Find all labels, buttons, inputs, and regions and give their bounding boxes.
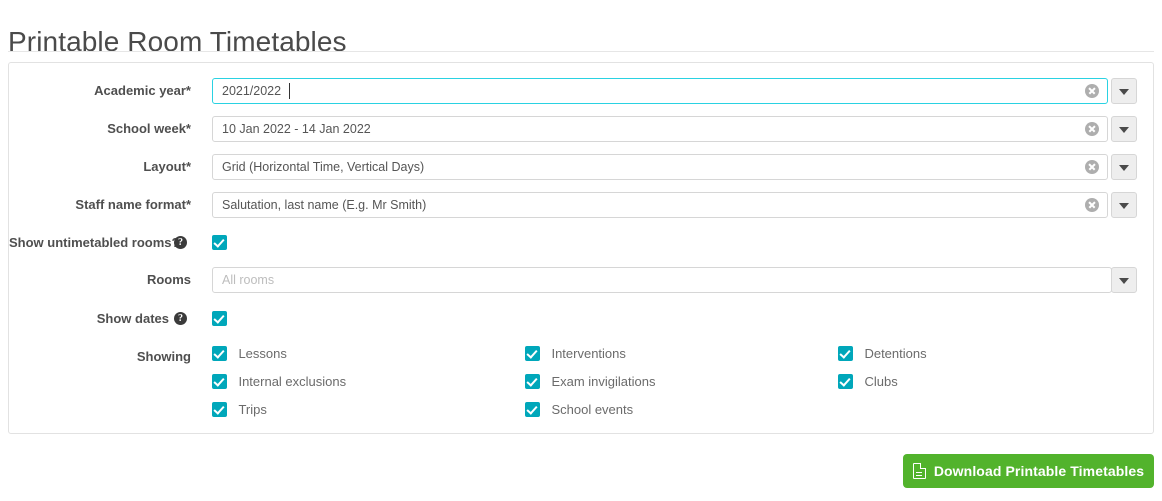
checkbox-exam-invigilations[interactable] — [525, 374, 540, 390]
download-button-content: Download Printable Timetables — [903, 454, 1154, 488]
chevron-down-icon — [1119, 88, 1129, 95]
clear-icon[interactable] — [1085, 122, 1099, 136]
academic-year-control[interactable]: 2021/2022 — [212, 78, 1137, 104]
layout-value: Grid (Horizontal Time, Vertical Days) — [222, 160, 425, 174]
checkbox-label: Exam invigilations — [551, 374, 656, 390]
rooms-input[interactable]: All rooms — [212, 267, 1112, 293]
label-layout: Layout* — [143, 159, 191, 174]
staff-name-format-control[interactable]: Salutation, last name (E.g. Mr Smith) — [212, 192, 1137, 218]
rooms-control[interactable]: All rooms — [212, 267, 1137, 293]
label-show-dates: Show dates — [96, 311, 169, 326]
checkbox-interventions[interactable] — [525, 346, 540, 362]
page-title: Printable Room Timetables — [8, 25, 347, 57]
layout-control[interactable]: Grid (Horizontal Time, Vertical Days) — [212, 154, 1137, 180]
form-row-layout: Layout* Grid (Horizontal Time, Vertical … — [9, 154, 1153, 180]
checkbox-item-clubs[interactable]: Clubs — [838, 373, 898, 395]
download-button-label: Download Printable Timetables — [933, 463, 1145, 479]
timetable-options-card: Academic year* 2021/2022 School week* 10… — [8, 62, 1154, 434]
school-week-control[interactable]: 10 Jan 2022 - 14 Jan 2022 — [212, 116, 1137, 142]
checkbox-label: Lessons — [238, 346, 287, 362]
checkbox-detentions[interactable] — [838, 346, 853, 362]
form-row-staff-name-format: Staff name format* Salutation, last name… — [9, 192, 1153, 218]
rooms-dropdown-button[interactable] — [1111, 267, 1137, 293]
checkbox-show-dates[interactable] — [212, 311, 227, 326]
checkbox-school-events[interactable] — [525, 402, 540, 418]
checkbox-item-interventions[interactable]: Interventions — [525, 345, 626, 367]
staff-name-format-dropdown-button[interactable] — [1111, 192, 1137, 218]
checkbox-item-lessons[interactable]: Lessons — [212, 345, 287, 367]
checkbox-item-school-events[interactable]: School events — [525, 401, 633, 423]
download-printable-timetables-button[interactable]: Download Printable Timetables — [903, 454, 1154, 488]
layout-input[interactable]: Grid (Horizontal Time, Vertical Days) — [212, 154, 1108, 180]
form-row-show-dates: Show dates ? — [9, 307, 1153, 329]
title-divider — [8, 51, 1154, 52]
checkbox-internal-exclusions[interactable] — [212, 374, 227, 390]
printable-room-timetables-page: Printable Room Timetables Academic year*… — [0, 0, 1162, 501]
label-showing: Showing — [136, 349, 191, 364]
clear-icon[interactable] — [1085, 160, 1099, 174]
checkbox-label: Trips — [238, 402, 267, 418]
form-row-academic-year: Academic year* 2021/2022 — [9, 78, 1153, 104]
label-school-week: School week* — [107, 121, 191, 136]
checkbox-label: Internal exclusions — [238, 374, 347, 390]
chevron-down-icon — [1119, 277, 1129, 284]
help-glyph: ? — [178, 313, 183, 324]
clear-icon[interactable] — [1085, 198, 1099, 212]
checkbox-item-trips[interactable]: Trips — [212, 401, 267, 423]
staff-name-format-value: Salutation, last name (E.g. Mr Smith) — [222, 198, 427, 212]
checkbox-item-detentions[interactable]: Detentions — [838, 345, 927, 367]
pdf-file-icon — [912, 463, 926, 479]
form-row-rooms: Rooms All rooms — [9, 267, 1153, 293]
label-academic-year: Academic year* — [94, 83, 191, 98]
academic-year-value: 2021/2022 — [222, 84, 282, 98]
staff-name-format-input[interactable]: Salutation, last name (E.g. Mr Smith) — [212, 192, 1108, 218]
text-caret — [289, 83, 290, 99]
checkbox-label: Detentions — [864, 346, 927, 362]
clear-icon[interactable] — [1085, 84, 1099, 98]
checkbox-lessons[interactable] — [212, 346, 227, 362]
checkbox-trips[interactable] — [212, 402, 227, 418]
school-week-input[interactable]: 10 Jan 2022 - 14 Jan 2022 — [212, 116, 1108, 142]
checkbox-item-internal-exclusions[interactable]: Internal exclusions — [212, 373, 346, 395]
checkbox-label: School events — [551, 402, 634, 418]
academic-year-dropdown-button[interactable] — [1111, 78, 1137, 104]
form-row-school-week: School week* 10 Jan 2022 - 14 Jan 2022 — [9, 116, 1153, 142]
chevron-down-icon — [1119, 202, 1129, 209]
help-circle-icon[interactable]: ? — [174, 312, 187, 325]
academic-year-input[interactable]: 2021/2022 — [212, 78, 1108, 104]
school-week-value: 10 Jan 2022 - 14 Jan 2022 — [222, 122, 371, 136]
help-circle-icon[interactable]: ? — [174, 236, 187, 249]
checkbox-show-untimetabled-rooms[interactable] — [212, 235, 227, 250]
chevron-down-icon — [1119, 126, 1129, 133]
checkbox-clubs[interactable] — [838, 374, 853, 390]
chevron-down-icon — [1119, 164, 1129, 171]
label-show-untimetabled-rooms: Show untimetabled rooms? — [9, 235, 180, 250]
label-staff-name-format: Staff name format* — [75, 197, 191, 212]
checkbox-item-exam-invigilations[interactable]: Exam invigilations — [525, 373, 656, 395]
checkbox-label: Interventions — [551, 346, 626, 362]
rooms-placeholder: All rooms — [222, 273, 275, 287]
label-rooms: Rooms — [146, 272, 191, 287]
checkbox-label: Clubs — [864, 374, 898, 390]
school-week-dropdown-button[interactable] — [1111, 116, 1137, 142]
layout-dropdown-button[interactable] — [1111, 154, 1137, 180]
form-row-show-untimetabled-rooms: Show untimetabled rooms? ? — [9, 231, 1153, 253]
help-glyph: ? — [178, 237, 183, 248]
